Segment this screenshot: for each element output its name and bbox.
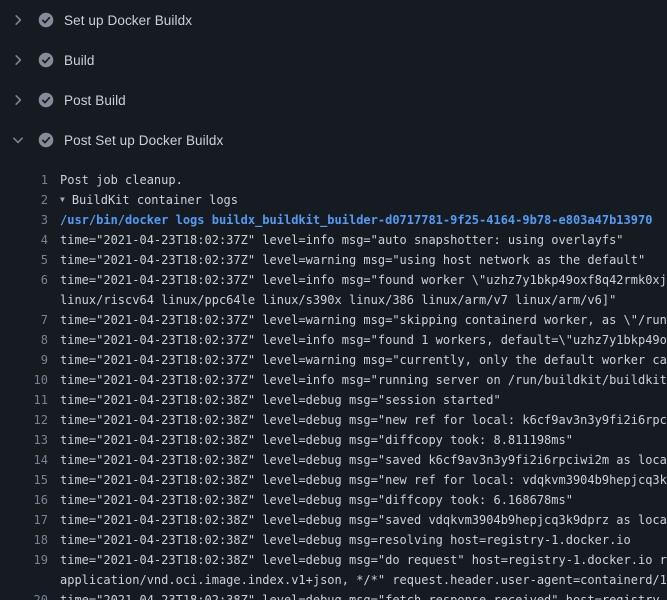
log-line: 1Post job cleanup. — [0, 170, 667, 190]
log-line-text: application/vnd.oci.image.index.v1+json,… — [48, 570, 667, 590]
log-line-number[interactable]: 10 — [0, 370, 48, 390]
log-line-text: time="2021-04-23T18:02:37Z" level=warnin… — [48, 250, 645, 270]
log-line: 11time="2021-04-23T18:02:38Z" level=debu… — [0, 390, 667, 410]
log-line-text: time="2021-04-23T18:02:38Z" level=debug … — [48, 470, 667, 490]
log-line: 19time="2021-04-23T18:02:38Z" level=debu… — [0, 550, 667, 570]
step-header[interactable]: Set up Docker Buildx — [0, 0, 667, 40]
step-label: Post Build — [64, 93, 126, 108]
step-label: Post Set up Docker Buildx — [64, 133, 223, 148]
chevron-right-icon — [10, 52, 26, 68]
step-label: Set up Docker Buildx — [64, 13, 192, 28]
log-line-number[interactable]: 13 — [0, 430, 48, 450]
log-line-text: time="2021-04-23T18:02:37Z" level=info m… — [48, 330, 667, 350]
log-line-number[interactable]: 14 — [0, 450, 48, 470]
log-line: 7time="2021-04-23T18:02:37Z" level=warni… — [0, 310, 667, 330]
log-line-number[interactable]: 20 — [0, 590, 48, 600]
log-line-text: time="2021-04-23T18:02:38Z" level=debug … — [48, 390, 501, 410]
log-line: 5time="2021-04-23T18:02:37Z" level=warni… — [0, 250, 667, 270]
log-line-continuation: linux/riscv64 linux/ppc64le linux/s390x … — [0, 290, 667, 310]
log-line-number[interactable]: 2 — [0, 190, 48, 210]
log-line: 16time="2021-04-23T18:02:38Z" level=debu… — [0, 490, 667, 510]
chevron-down-icon — [10, 132, 26, 148]
log-line: 2 ▼ BuildKit container logs — [0, 190, 667, 210]
log-line: 4time="2021-04-23T18:02:37Z" level=info … — [0, 230, 667, 250]
check-circle-icon — [38, 132, 54, 148]
log-line: 10time="2021-04-23T18:02:37Z" level=info… — [0, 370, 667, 390]
step-label: Build — [64, 53, 95, 68]
log-line: 18time="2021-04-23T18:02:38Z" level=debu… — [0, 530, 667, 550]
log-line-text: linux/riscv64 linux/ppc64le linux/s390x … — [48, 290, 616, 310]
step-header[interactable]: Build — [0, 40, 667, 80]
log-command-text: /usr/bin/docker logs buildx_buildkit_bui… — [48, 210, 652, 230]
log-line-number[interactable]: 9 — [0, 350, 48, 370]
log-line: 8time="2021-04-23T18:02:37Z" level=info … — [0, 330, 667, 350]
log-line-text: time="2021-04-23T18:02:37Z" level=warnin… — [48, 310, 667, 330]
log-line-number[interactable]: 1 — [0, 170, 48, 190]
log-line-number[interactable]: 18 — [0, 530, 48, 550]
log-line-number — [0, 290, 48, 310]
log-line-number[interactable]: 4 — [0, 230, 48, 250]
check-circle-icon — [38, 92, 54, 108]
log-line-text: time="2021-04-23T18:02:37Z" level=info m… — [48, 230, 624, 250]
chevron-right-icon — [10, 12, 26, 28]
log-line: 3/usr/bin/docker logs buildx_buildkit_bu… — [0, 210, 667, 230]
log-line-text[interactable]: ▼ BuildKit container logs — [48, 190, 238, 210]
log-line-text: time="2021-04-23T18:02:38Z" level=debug … — [48, 590, 667, 600]
log-line-text: time="2021-04-23T18:02:38Z" level=debug … — [48, 550, 667, 570]
log-line: 20time="2021-04-23T18:02:38Z" level=debu… — [0, 590, 667, 600]
log-line-number[interactable]: 5 — [0, 250, 48, 270]
workflow-log-viewer: Set up Docker Buildx Build Post Build Post … — [0, 0, 667, 600]
log-line: 13time="2021-04-23T18:02:38Z" level=debu… — [0, 430, 667, 450]
log-line-text: time="2021-04-23T18:02:38Z" level=debug … — [48, 530, 631, 550]
log-line: 12time="2021-04-23T18:02:38Z" level=debu… — [0, 410, 667, 430]
step-header[interactable]: Post Build — [0, 80, 667, 120]
log-line-number[interactable]: 11 — [0, 390, 48, 410]
log-line-text: time="2021-04-23T18:02:37Z" level=warnin… — [48, 350, 667, 370]
log-line-continuation: application/vnd.oci.image.index.v1+json,… — [0, 570, 667, 590]
log-line-number[interactable]: 3 — [0, 210, 48, 230]
log-line-number[interactable]: 17 — [0, 510, 48, 530]
log-line: 9time="2021-04-23T18:02:37Z" level=warni… — [0, 350, 667, 370]
log-line-text: Post job cleanup. — [48, 170, 183, 190]
log-line-text: time="2021-04-23T18:02:37Z" level=info m… — [48, 370, 667, 390]
log-line-number[interactable]: 7 — [0, 310, 48, 330]
log-line-text: time="2021-04-23T18:02:38Z" level=debug … — [48, 430, 573, 450]
log-line-number[interactable]: 16 — [0, 490, 48, 510]
log-line: 17time="2021-04-23T18:02:38Z" level=debu… — [0, 510, 667, 530]
log-line: 15time="2021-04-23T18:02:38Z" level=debu… — [0, 470, 667, 490]
disclosure-triangle-icon[interactable]: ▼ — [60, 190, 65, 210]
step-header[interactable]: Post Set up Docker Buildx — [0, 120, 667, 160]
chevron-right-icon — [10, 92, 26, 108]
check-circle-icon — [38, 52, 54, 68]
log-line-text: time="2021-04-23T18:02:38Z" level=debug … — [48, 410, 667, 430]
log-line: 14time="2021-04-23T18:02:38Z" level=debu… — [0, 450, 667, 470]
log-line-text: time="2021-04-23T18:02:38Z" level=debug … — [48, 490, 573, 510]
log-line-number[interactable]: 15 — [0, 470, 48, 490]
log-line-number[interactable]: 8 — [0, 330, 48, 350]
log-line-number[interactable]: 19 — [0, 550, 48, 570]
log-line-text: time="2021-04-23T18:02:38Z" level=debug … — [48, 510, 667, 530]
log-line-number[interactable]: 6 — [0, 270, 48, 290]
log-line-text: time="2021-04-23T18:02:37Z" level=info m… — [48, 270, 667, 290]
group-label[interactable]: BuildKit container logs — [72, 193, 238, 207]
log-line-number — [0, 570, 48, 590]
log-line-number[interactable]: 12 — [0, 410, 48, 430]
log-output: 1Post job cleanup.2 ▼ BuildKit container l… — [0, 160, 667, 600]
check-circle-icon — [38, 12, 54, 28]
log-line: 6time="2021-04-23T18:02:37Z" level=info … — [0, 270, 667, 290]
step-list: Set up Docker Buildx Build Post Build Post … — [0, 0, 667, 160]
log-line-text: time="2021-04-23T18:02:38Z" level=debug … — [48, 450, 667, 470]
